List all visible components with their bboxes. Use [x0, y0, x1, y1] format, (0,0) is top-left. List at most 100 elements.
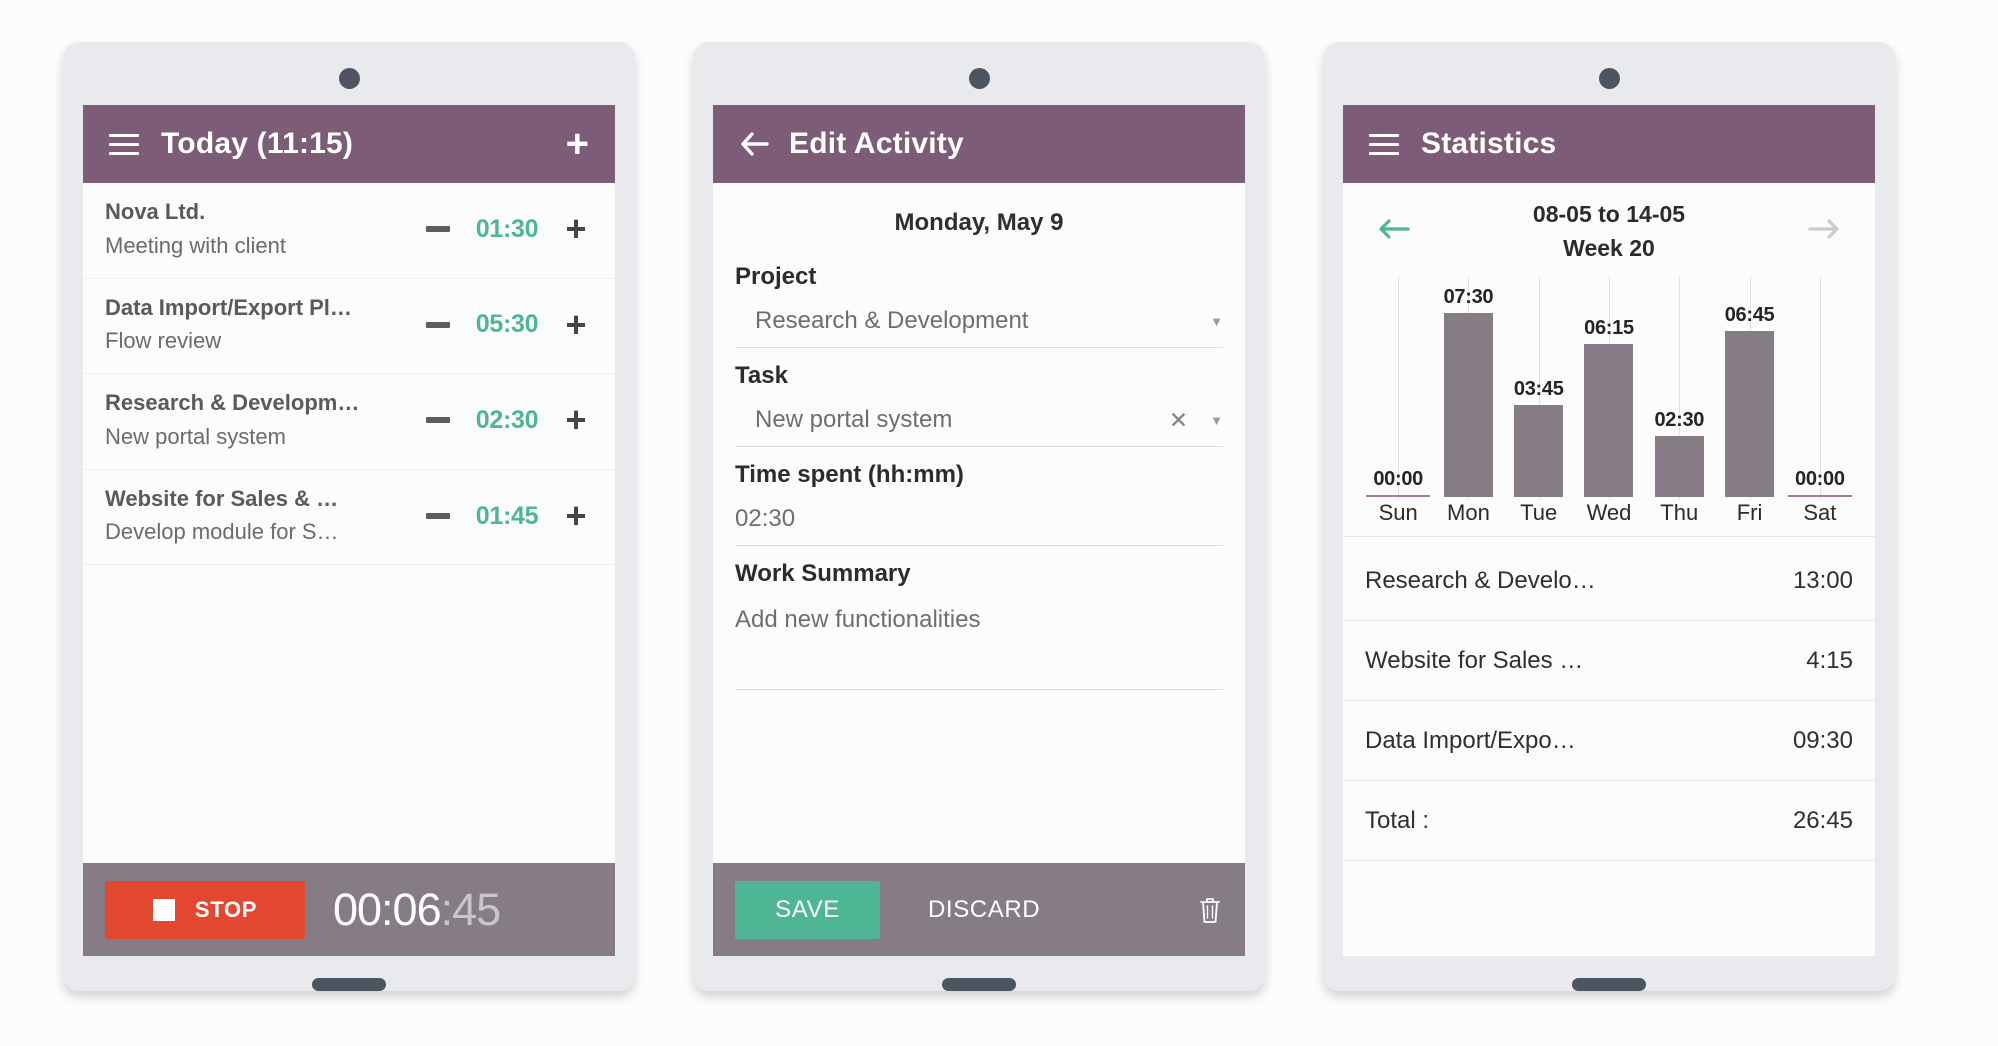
row-texts: Research & Developm… New portal system	[105, 388, 421, 453]
bar	[1725, 331, 1775, 497]
gridline	[1819, 276, 1821, 500]
row-project: Website for Sales & …	[105, 485, 339, 511]
arrow-left-icon[interactable]	[739, 131, 769, 157]
task-value: New portal system	[755, 406, 953, 433]
bar-category-label: Fri	[1736, 500, 1763, 525]
bar-column: 02:30 Thu	[1644, 276, 1714, 526]
project-label: Project	[735, 263, 817, 290]
edit-activity-form: Monday, May 9 Project Research & Develop…	[713, 183, 1245, 863]
increment-icon[interactable]: +	[559, 402, 593, 438]
timer-hours-minutes: 00:06	[333, 883, 442, 935]
divider	[1343, 536, 1875, 537]
bar-category-label: Thu	[1660, 500, 1699, 525]
project-select[interactable]: Research & Development ▼	[735, 297, 1223, 348]
statistics-header: 08-05 to 14-05 Week 20 00:00 Sun 07:30 M…	[1343, 183, 1875, 541]
row-task: Meeting with client	[105, 232, 286, 258]
bar-value-label: 06:45	[1724, 304, 1775, 326]
screen-statistics: Statistics 08-05 to 14-05 Week 20 00:00 …	[1343, 105, 1875, 956]
task-select[interactable]: New portal system ✕ ▼	[735, 396, 1223, 447]
time-spent-value: 02:30	[735, 505, 796, 532]
decrement-icon[interactable]	[421, 212, 455, 246]
work-summary-input[interactable]: Add new functionalities	[735, 594, 1223, 690]
running-timer: 00:06 :45	[333, 883, 502, 936]
project-value: Research & Development	[755, 307, 1029, 334]
bar-category-label: Sun	[1378, 500, 1418, 525]
page-title: Today (11:15)	[161, 127, 354, 160]
project-name: Website for Sales …	[1365, 646, 1584, 674]
home-indicator[interactable]	[1572, 978, 1646, 991]
row-texts: Nova Ltd. Meeting with client	[105, 197, 421, 262]
work-summary-label: Work Summary	[735, 560, 911, 587]
plus-icon[interactable]: +	[566, 124, 589, 164]
camera-dot	[968, 68, 990, 89]
bar	[1514, 405, 1564, 497]
chevron-down-icon[interactable]: ▼	[1210, 314, 1223, 329]
project-name: Research & Develo…	[1365, 566, 1596, 594]
project-totals-list: Research & Develo… 13:00 Website for Sal…	[1343, 541, 1875, 956]
screen-edit-activity: Edit Activity Monday, May 9 Project Rese…	[713, 105, 1245, 956]
camera-dot	[338, 68, 360, 89]
table-row[interactable]: Website for Sales & … Develop module for…	[83, 470, 615, 566]
row-duration: 02:30	[475, 405, 539, 434]
row-task: Develop module for S…	[105, 519, 339, 545]
close-x-icon[interactable]: ✕	[1169, 407, 1188, 434]
list-item[interactable]: Research & Develo… 13:00	[1343, 541, 1875, 621]
list-item[interactable]: Website for Sales … 4:15	[1343, 621, 1875, 701]
arrow-left-icon[interactable]	[1377, 217, 1411, 247]
row-project: Research & Developm…	[105, 390, 360, 416]
bar	[1584, 344, 1634, 497]
bar-column: 07:30 Mon	[1433, 276, 1503, 526]
hamburger-icon[interactable]	[109, 133, 139, 155]
screenshot-stage: Today (11:15) + Nova Ltd. Meeting with c…	[0, 0, 1998, 1046]
stop-button[interactable]: STOP	[105, 880, 305, 939]
stop-button-label: STOP	[194, 896, 258, 922]
home-indicator[interactable]	[312, 978, 386, 991]
bar-category-label: Mon	[1447, 500, 1490, 525]
table-row[interactable]: Data Import/Export Pl… Flow review 05:30…	[83, 279, 615, 375]
discard-button[interactable]: DISCARD	[928, 896, 1040, 924]
increment-icon[interactable]: +	[559, 498, 593, 534]
decrement-icon[interactable]	[421, 499, 455, 533]
increment-icon[interactable]: +	[559, 306, 593, 342]
timer-seconds: :45	[440, 883, 502, 935]
total-label: Total :	[1365, 806, 1430, 834]
chevron-down-icon[interactable]: ▼	[1210, 413, 1223, 428]
decrement-icon[interactable]	[421, 403, 455, 437]
activity-date: Monday, May 9	[894, 209, 1064, 236]
decrement-icon[interactable]	[421, 308, 455, 342]
row-texts: Website for Sales & … Develop module for…	[105, 484, 421, 549]
appbar-today: Today (11:15) +	[83, 105, 615, 183]
camera-dot	[1598, 68, 1620, 89]
phone-mockup-today: Today (11:15) + Nova Ltd. Meeting with c…	[63, 42, 635, 991]
increment-icon[interactable]: +	[559, 211, 593, 247]
row-task: New portal system	[105, 423, 286, 449]
screen-today: Today (11:15) + Nova Ltd. Meeting with c…	[83, 105, 615, 956]
appbar-statistics: Statistics	[1343, 105, 1875, 183]
table-row[interactable]: Nova Ltd. Meeting with client 01:30 +	[83, 183, 615, 279]
page-title: Edit Activity	[789, 127, 964, 160]
save-button[interactable]: SAVE	[735, 880, 880, 939]
bar-value-label: 07:30	[1443, 286, 1494, 308]
bar	[1787, 495, 1852, 497]
home-indicator[interactable]	[942, 978, 1016, 991]
row-texts: Data Import/Export Pl… Flow review	[105, 293, 421, 358]
bar	[1654, 436, 1704, 497]
row-duration: 05:30	[475, 310, 539, 339]
arrow-right-icon[interactable]	[1807, 217, 1841, 247]
week-navigator: 08-05 to 14-05 Week 20	[1343, 201, 1875, 262]
list-item[interactable]: Data Import/Expo… 09:30	[1343, 701, 1875, 781]
total-value: 26:45	[1792, 806, 1853, 834]
edit-action-bar: SAVE DISCARD	[713, 863, 1245, 956]
list-item-total: Total : 26:45	[1343, 781, 1875, 861]
stop-square-icon	[152, 898, 175, 921]
time-spent-input[interactable]: 02:30	[735, 495, 1223, 546]
trash-icon[interactable]	[1197, 895, 1223, 925]
project-name: Data Import/Expo…	[1365, 726, 1576, 754]
activity-list: Nova Ltd. Meeting with client 01:30 + Da…	[83, 183, 615, 863]
hamburger-icon[interactable]	[1369, 133, 1399, 155]
row-duration: 01:30	[475, 214, 539, 243]
project-total: 13:00	[1792, 566, 1853, 594]
table-row[interactable]: Research & Developm… New portal system 0…	[83, 374, 615, 470]
week-range: 08-05 to 14-05	[1532, 201, 1686, 227]
task-label: Task	[735, 362, 788, 389]
